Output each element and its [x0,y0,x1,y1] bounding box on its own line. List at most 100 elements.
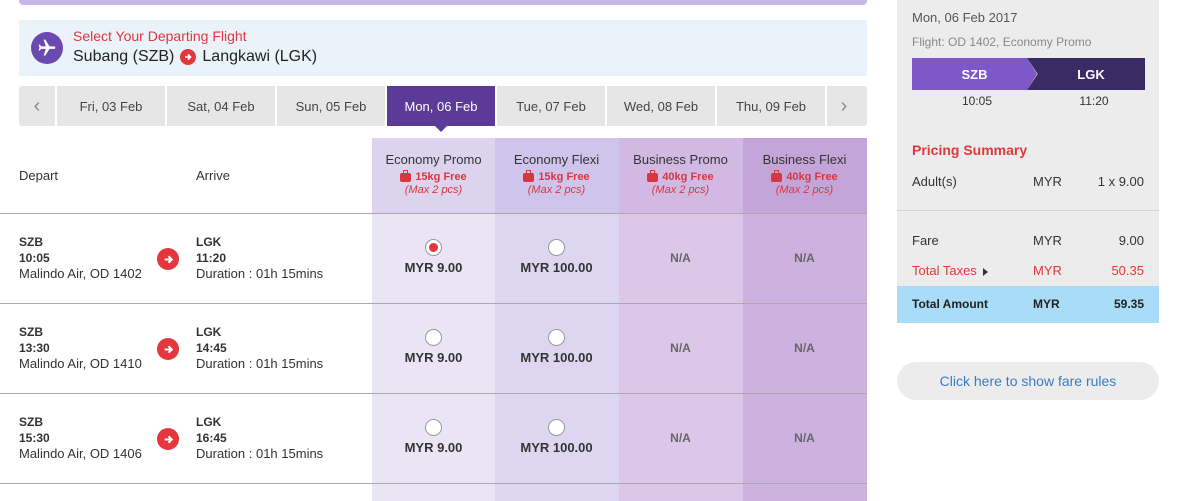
fare-radio-selected[interactable] [425,239,442,256]
divider [897,210,1159,211]
top-progress-bar [19,0,867,5]
fare-price: MYR 9.00 [404,440,463,455]
date-tab[interactable]: Thu, 09 Feb [715,86,825,126]
fare-radio[interactable] [425,329,442,346]
depart-code: SZB [19,325,43,339]
table-header: Depart Arrive Economy Promo 15kg Free (M… [0,138,867,214]
date-tab[interactable]: Sun, 05 Feb [275,86,385,126]
fare-class-header: Economy Flexi 15kg Free (Max 2 pcs) [495,152,618,196]
baggage-max: (Max 2 pcs) [651,184,710,196]
fare-price: MYR 100.00 [520,350,593,365]
arrive-code: LGK [196,415,222,429]
fare-price: MYR 100.00 [520,440,593,455]
baggage-allowance: 40kg Free [786,171,838,183]
show-fare-rules-button[interactable]: Click here to show fare rules [897,362,1159,400]
fare-cell: MYR 100.00 [495,304,618,394]
route-subtitle: Select Your Departing Flight [73,28,247,44]
summary-date: Mon, 06 Feb 2017 [912,10,1018,25]
fare-class-header: Economy Promo 15kg Free (Max 2 pcs) [372,152,495,196]
depart-code: SZB [19,415,43,429]
adult-amount: 1 x 9.00 [1097,174,1144,189]
fare-cell: N/A [619,214,742,304]
fare-radio[interactable] [548,239,565,256]
baggage-icon [647,169,659,182]
fare-unavailable: N/A [794,341,815,355]
fare-cell: N/A [743,214,866,304]
arrive-time: 11:20 [196,251,227,265]
taxes-label[interactable]: Total Taxes [912,263,988,278]
date-tab-selected[interactable]: Mon, 06 Feb [385,86,495,132]
duration: Duration : 01h 15mins [196,356,324,371]
baggage-icon [400,169,412,182]
arrive-time: 16:45 [196,431,227,445]
duration: Duration : 01h 15mins [196,446,324,461]
carrier-flight: Malindo Air, OD 1402 [19,266,142,281]
fare-cell: N/A [743,304,866,394]
fare-class-header: Business Flexi 40kg Free (Max 2 pcs) [743,152,866,196]
arrive-code: LGK [196,325,222,339]
fare-cell: MYR 9.00 [372,394,495,484]
fare-class-name: Economy Flexi [513,152,600,167]
fare-cell: MYR 9.00 [372,214,495,304]
depart-code: SZB [19,235,43,249]
next-date-button[interactable]: › [825,86,861,126]
depart-header: Depart [19,168,59,183]
depart-info: SZB 10:05 Malindo Air, OD 1402 [19,234,142,282]
fare-unavailable: N/A [670,251,691,265]
carrier-flight: Malindo Air, OD 1406 [19,446,142,461]
fare-cell: N/A [619,394,742,484]
fare-unavailable: N/A [670,341,691,355]
fare-class-name: Economy Promo [385,152,482,167]
route-title: Subang (SZB) Langkawi (LGK) [73,48,317,66]
arrive-code: LGK [196,235,222,249]
arrow-right-icon [157,428,179,450]
fare-radio[interactable] [548,329,565,346]
fare-unavailable: N/A [794,251,815,265]
total-currency: MYR [1033,297,1060,311]
baggage-allowance: 15kg Free [538,171,590,183]
segment-destination: LGK [1027,58,1145,90]
expand-arrow-icon [982,267,988,276]
fare-price: MYR 100.00 [520,260,593,275]
fare-class-header: Business Promo 40kg Free (Max 2 pcs) [619,152,742,196]
flight-row: SZB 10:05 Malindo Air, OD 1402 LGK 11:20… [0,214,867,304]
arrive-time: 14:45 [196,341,227,355]
date-tab[interactable]: Tue, 07 Feb [495,86,605,126]
pricing-summary-heading: Pricing Summary [912,142,1028,158]
date-tab[interactable]: Wed, 08 Feb [605,86,715,126]
fare-price: MYR 9.00 [404,350,463,365]
fare-cell: N/A [743,394,866,484]
chevron-right-icon: › [840,94,848,117]
fare-amount: 9.00 [1118,233,1144,248]
depart-info: SZB 13:30 Malindo Air, OD 1410 [19,324,142,372]
total-amount-bar: Total Amount MYR 59.35 [897,286,1159,323]
total-label: Total Amount [912,297,988,311]
fare-radio[interactable] [425,419,442,436]
destination-label: Langkawi (LGK) [202,48,318,65]
baggage-allowance: 40kg Free [662,171,714,183]
baggage-max: (Max 2 pcs) [775,184,834,196]
fare-cell: MYR 9.00 [372,304,495,394]
route-header: Select Your Departing Flight Subang (SZB… [19,20,867,76]
prev-date-button[interactable]: ‹ [19,86,55,126]
segment-arrive-time: 11:20 [1079,94,1109,108]
taxes-label-text: Total Taxes [912,263,977,278]
date-selector: ‹ Fri, 03 Feb Sat, 04 Feb Sun, 05 Feb Mo… [19,86,867,132]
fare-radio[interactable] [548,419,565,436]
chevron-left-icon: ‹ [33,94,41,117]
segment-depart-time: 10:05 [961,94,993,108]
taxes-amount: 50.35 [1111,263,1144,278]
date-tab[interactable]: Fri, 03 Feb [55,86,165,126]
fare-label: Fare [912,233,939,248]
origin-label: Subang (SZB) [73,48,175,65]
date-tab[interactable]: Sat, 04 Feb [165,86,275,126]
depart-info: SZB 15:30 Malindo Air, OD 1406 [19,414,142,462]
baggage-max: (Max 2 pcs) [527,184,586,196]
flight-row: SZB 13:30 Malindo Air, OD 1410 LGK 14:45… [0,304,867,394]
plane-icon [31,32,63,64]
flight-row: SZB 15:30 Malindo Air, OD 1406 LGK 16:45… [0,394,867,484]
fare-currency: MYR [1033,233,1062,248]
arrive-info: LGK 11:20 Duration : 01h 15mins [196,234,323,282]
booking-summary-panel: Mon, 06 Feb 2017 Flight: OD 1402, Econom… [897,0,1159,323]
summary-flight: Flight: OD 1402, Economy Promo [912,35,1092,49]
